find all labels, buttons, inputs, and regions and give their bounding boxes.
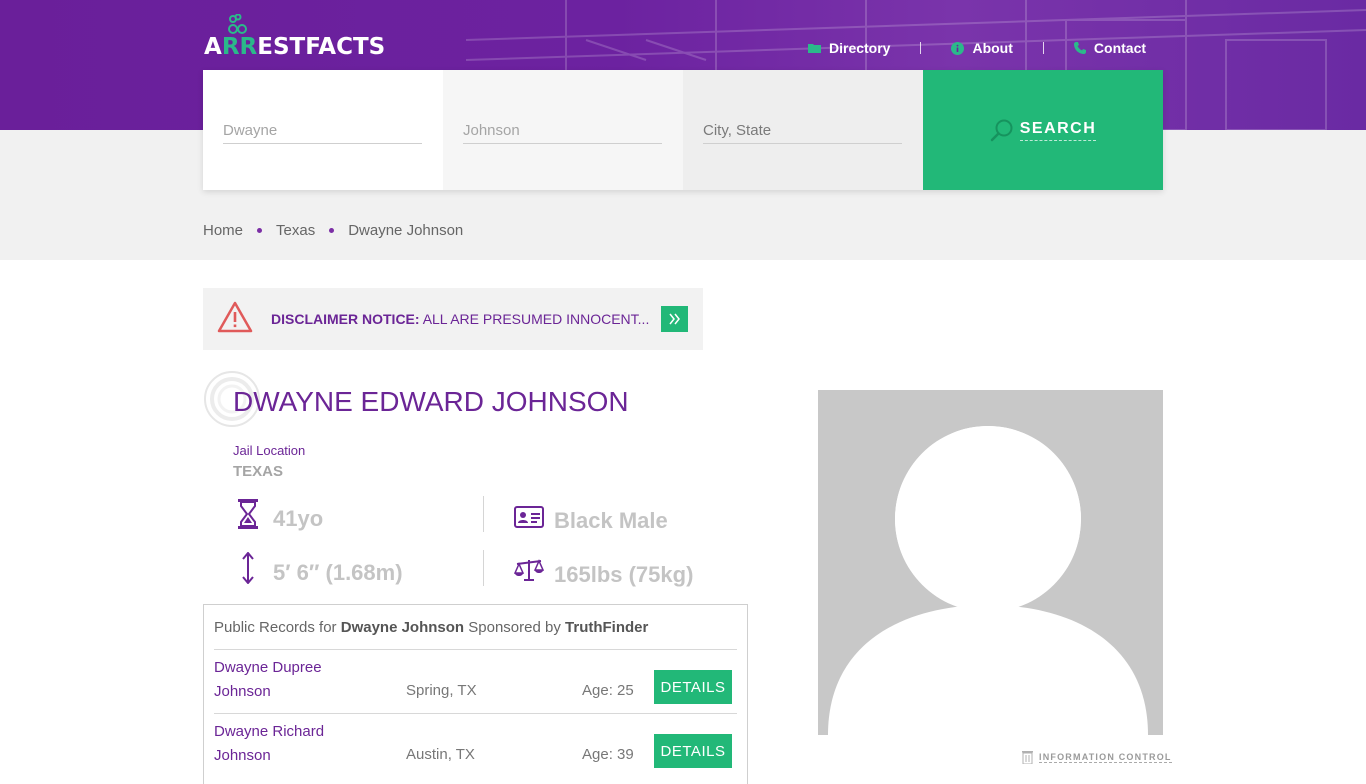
search-button[interactable]: SEARCH: [923, 70, 1163, 190]
disclaimer-text: DISCLAIMER NOTICE: ALL ARE PRESUMED INNO…: [271, 311, 650, 327]
stat-divider: [483, 550, 484, 586]
search-form: SEARCH: [203, 70, 1163, 190]
jail-location-label: Jail Location: [233, 443, 306, 458]
mugshot-placeholder: [818, 390, 1163, 735]
person-name: DWAYNE EDWARD JOHNSON: [233, 386, 629, 417]
first-name-input[interactable]: [223, 118, 422, 144]
breadcrumb-texas[interactable]: Texas: [276, 222, 315, 239]
nav-directory-label: Directory: [829, 40, 891, 56]
stat-divider: [483, 496, 484, 532]
person-silhouette-icon: [828, 426, 1148, 735]
height-value: 5′ 6″ (1.68m): [273, 560, 403, 585]
folder-icon: [808, 43, 821, 53]
nav-directory[interactable]: Directory: [808, 40, 890, 56]
record-name-link[interactable]: Dwayne Dupree Johnson: [214, 656, 364, 704]
jail-location-value: TEXAS: [233, 463, 284, 480]
nav-divider: [920, 42, 922, 54]
handcuffs-logo-icon: [228, 14, 247, 34]
information-control-label: INFORMATION CONTROL: [1039, 751, 1172, 763]
details-button[interactable]: DETAILS: [654, 734, 732, 768]
disclaimer-expand-button[interactable]: [661, 306, 688, 332]
breadcrumb-current: Dwayne Johnson: [348, 222, 464, 239]
scale-icon: [514, 558, 544, 582]
race-gender-value: Black Male: [554, 508, 668, 533]
location-field-wrapper: [683, 70, 923, 190]
record-name-link[interactable]: Dwayne Richard Johnson: [214, 720, 364, 768]
height-stat: 5′ 6″ (1.68m): [233, 550, 403, 586]
disclaimer-notice: DISCLAIMER NOTICE: ALL ARE PRESUMED INNO…: [203, 288, 703, 350]
search-button-label: SEARCH: [1019, 120, 1097, 141]
public-records-panel: Public Records for Dwayne Johnson Sponso…: [203, 604, 748, 784]
logo-text: ARRESTFACTS: [204, 34, 386, 60]
nav-contact[interactable]: Contact: [1073, 40, 1147, 56]
double-chevron-right-icon: [668, 313, 680, 325]
last-name-field-wrapper: [443, 70, 683, 190]
record-age: Age: 39: [582, 746, 634, 763]
record-location: Spring, TX: [406, 682, 477, 699]
last-name-input[interactable]: [463, 118, 662, 144]
hourglass-icon: [233, 498, 263, 530]
record-age: Age: 25: [582, 682, 634, 699]
id-card-icon: [514, 506, 544, 528]
vertical-arrows-icon: [233, 552, 263, 584]
top-navigation: Directory About Contact: [808, 38, 1146, 58]
record-row: Dwayne Dupree Johnson Spring, TX Age: 25…: [214, 656, 737, 720]
breadcrumb-home[interactable]: Home: [203, 222, 243, 239]
row-divider: [214, 649, 737, 650]
nav-about-label: About: [972, 40, 1013, 56]
phone-icon: [1073, 42, 1086, 54]
first-name-field-wrapper: [203, 70, 443, 190]
nav-divider: [1042, 42, 1044, 54]
details-button[interactable]: DETAILS: [654, 670, 732, 704]
record-location: Austin, TX: [406, 746, 475, 763]
trash-icon: [1022, 751, 1033, 764]
age-value: 41yo: [273, 506, 324, 531]
nav-about[interactable]: About: [951, 40, 1013, 56]
public-records-heading: Public Records for Dwayne Johnson Sponso…: [214, 619, 649, 636]
record-row: Dwayne Richard Johnson Austin, TX Age: 3…: [214, 720, 737, 784]
breadcrumb-separator: [257, 228, 263, 233]
location-input[interactable]: [703, 118, 902, 144]
warning-icon: [217, 301, 253, 338]
search-icon: [990, 119, 1013, 142]
race-gender-stat: Black Male: [514, 500, 668, 534]
row-divider: [214, 713, 737, 714]
information-control-link[interactable]: INFORMATION CONTROL: [1022, 750, 1172, 764]
nav-contact-label: Contact: [1093, 40, 1147, 56]
breadcrumb-separator: [329, 228, 335, 233]
weight-value: 165lbs (75kg): [554, 562, 694, 587]
age-stat: 41yo: [233, 496, 323, 532]
info-icon: [951, 41, 965, 55]
breadcrumb: Home Texas Dwayne Johnson: [203, 222, 463, 239]
weight-stat: 165lbs (75kg): [514, 552, 693, 588]
